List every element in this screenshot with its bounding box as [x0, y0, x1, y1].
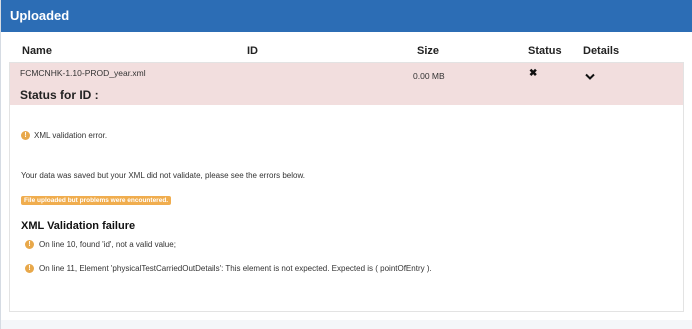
close-icon: ✖: [529, 68, 538, 79]
uploaded-panel: Uploaded Name ID Size Status Details FCM…: [0, 0, 692, 329]
validation-error-item: ! On line 10, found 'id', not a valid val…: [25, 240, 176, 250]
warning-icon: !: [25, 240, 34, 250]
panel-title: Uploaded: [10, 8, 70, 23]
xml-error-line: ! XML validation error.: [21, 131, 108, 141]
column-header-status: Status: [528, 45, 562, 57]
validation-failure-title: XML Validation failure: [21, 220, 136, 232]
validation-error-text: On line 11, Element 'physicalTestCarried…: [39, 264, 432, 273]
panel-header: Uploaded: [1, 0, 692, 32]
bottom-bar: [1, 320, 692, 329]
column-header-size: Size: [417, 45, 440, 57]
file-row[interactable]: FCMCNHK-1.10-PROD_year.xml 0.00 MB ✖ Sta…: [10, 63, 683, 105]
status-for-id-title: Status for ID :: [20, 88, 99, 102]
file-size: 0.00 MB: [413, 71, 445, 81]
xml-error-text: XML validation error.: [34, 131, 108, 140]
validation-error-text: On line 10, found 'id', not a valid valu…: [39, 240, 176, 249]
chevron-down-icon[interactable]: [585, 68, 595, 86]
file-name: FCMCNHK-1.10-PROD_year.xml: [20, 68, 146, 78]
upload-warning-badge: File uploaded but problems were encounte…: [21, 196, 172, 205]
warning-icon: !: [21, 131, 30, 141]
column-header-id: ID: [247, 45, 258, 57]
warning-icon: !: [25, 264, 34, 274]
validation-error-item: ! On line 11, Element 'physicalTestCarrie…: [25, 264, 432, 274]
column-header-name: Name: [22, 45, 52, 57]
column-header-details: Details: [583, 45, 620, 57]
saved-message: Your data was saved but your XML did not…: [21, 171, 306, 180]
